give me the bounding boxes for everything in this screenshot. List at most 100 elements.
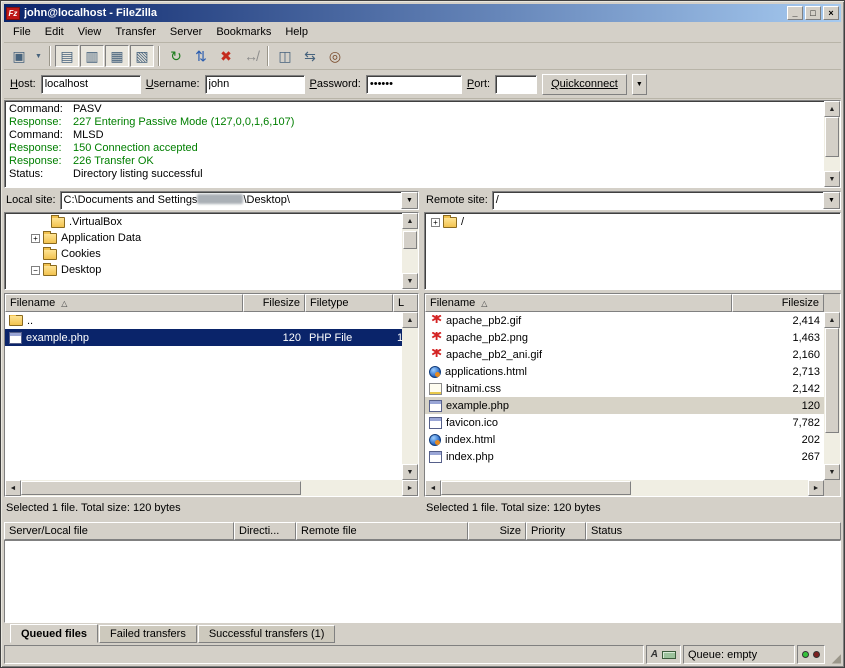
file-row[interactable]: apache_pb2_ani.gif2,160 <box>425 346 824 363</box>
combo-dropdown-button[interactable]: ▼ <box>401 192 418 209</box>
directory-comparison-button[interactable]: ◫ <box>273 45 297 67</box>
menu-help[interactable]: Help <box>278 24 315 40</box>
file-row[interactable]: index.php267 <box>425 448 824 465</box>
local-list-hscrollbar[interactable]: ◄ ► <box>5 480 418 496</box>
local-site-combobox[interactable]: C:\Documents and Settings\Desktop\ ▼ <box>60 191 419 210</box>
menu-transfer[interactable]: Transfer <box>108 24 163 40</box>
refresh-button[interactable]: ↻ <box>164 45 188 67</box>
queue-column-priority[interactable]: Priority <box>526 522 586 540</box>
tree-item[interactable]: +/ <box>427 214 838 230</box>
menu-bookmarks[interactable]: Bookmarks <box>209 24 278 40</box>
scroll-left-icon[interactable]: ◄ <box>425 480 441 496</box>
scrollbar-thumb[interactable] <box>825 328 839 433</box>
quickconnect-dropdown-button[interactable]: ▼ <box>632 74 647 95</box>
local-tree-scrollbar[interactable]: ▲ ▼ <box>402 213 418 289</box>
log-line: Response:226 Transfer OK <box>9 155 820 168</box>
local-column-header-filename[interactable]: Filename△ <box>5 294 243 312</box>
menu-edit[interactable]: Edit <box>38 24 71 40</box>
process-queue-button[interactable]: ⇅ <box>189 45 213 67</box>
tree-expander-icon[interactable]: − <box>31 266 40 275</box>
scroll-left-icon[interactable]: ◄ <box>5 480 21 496</box>
cancel-button[interactable]: ✖ <box>214 45 238 67</box>
file-row[interactable]: bitnami.css2,142 <box>425 380 824 397</box>
file-row[interactable]: apache_pb2.gif2,414 <box>425 312 824 329</box>
file-row[interactable]: favicon.ico7,782 <box>425 414 824 431</box>
file-row-selected[interactable]: example.php 120 PHP File 1 <box>5 329 402 346</box>
close-button[interactable]: × <box>823 6 839 20</box>
scrollbar-thumb[interactable] <box>403 231 417 249</box>
filezilla-app-icon[interactable]: Fz <box>6 7 20 20</box>
titlebar[interactable]: Fz john@localhost - FileZilla _ □ × <box>4 4 841 22</box>
file-row[interactable]: apache_pb2.png1,463 <box>425 329 824 346</box>
tab-queued-files[interactable]: Queued files <box>10 624 98 643</box>
queue-toggle-button[interactable]: ▧ <box>130 45 154 67</box>
site-manager-button[interactable]: ▣ <box>7 45 31 67</box>
folder-icon <box>51 217 65 228</box>
tab-failed-transfers[interactable]: Failed transfers <box>99 625 197 643</box>
queue-column-server-local-file[interactable]: Server/Local file <box>4 522 234 540</box>
scroll-up-icon[interactable]: ▲ <box>402 312 418 328</box>
sync-browsing-button[interactable]: ⇆ <box>298 45 322 67</box>
queue-column-direction[interactable]: Directi... <box>234 522 296 540</box>
local-tree-toggle-button[interactable]: ▥ <box>80 45 104 67</box>
queue-column-size[interactable]: Size <box>468 522 526 540</box>
host-input[interactable] <box>41 75 141 94</box>
file-row[interactable]: applications.html2,713 <box>425 363 824 380</box>
queue-column-status[interactable]: Status <box>586 522 841 540</box>
remote-list-scrollbar[interactable]: ▲ ▼ <box>824 312 840 480</box>
minimize-button[interactable]: _ <box>787 6 803 20</box>
quickconnect-button[interactable]: Quickconnect <box>542 74 627 95</box>
scrollbar-thumb[interactable] <box>21 481 301 495</box>
scroll-down-icon[interactable]: ▼ <box>824 171 840 187</box>
port-input[interactable] <box>495 75 537 94</box>
remote-column-header-filename[interactable]: Filename△ <box>425 294 732 312</box>
remote-site-combobox[interactable]: / ▼ <box>492 191 841 210</box>
tree-item[interactable]: Cookies <box>7 246 400 262</box>
scroll-down-icon[interactable]: ▼ <box>402 273 418 289</box>
html-file-icon <box>429 366 441 378</box>
tree-item[interactable]: −Desktop <box>7 262 400 278</box>
file-row-parent-dir[interactable]: .. <box>5 312 402 329</box>
maximize-button[interactable]: □ <box>805 6 821 20</box>
tree-expander-icon[interactable]: + <box>431 218 440 227</box>
tree-expander-icon[interactable]: + <box>31 234 40 243</box>
scroll-up-icon[interactable]: ▲ <box>402 213 418 229</box>
queue-column-remote-file[interactable]: Remote file <box>296 522 468 540</box>
local-list-scrollbar[interactable]: ▲ ▼ <box>402 312 418 480</box>
menu-server[interactable]: Server <box>163 24 209 40</box>
scrollbar-thumb[interactable] <box>825 117 839 157</box>
site-manager-dropdown-button[interactable]: ▼ <box>32 45 45 67</box>
password-input[interactable] <box>366 75 462 94</box>
tab-successful-transfers[interactable]: Successful transfers (1) <box>198 625 336 643</box>
combo-dropdown-button[interactable]: ▼ <box>823 192 840 209</box>
remote-column-header-filesize[interactable]: Filesize <box>732 294 824 312</box>
scroll-up-icon[interactable]: ▲ <box>824 101 840 117</box>
disconnect-icon: ↮ <box>244 48 258 64</box>
tree-item[interactable]: +Application Data <box>7 230 400 246</box>
scroll-right-icon[interactable]: ► <box>808 480 824 496</box>
local-column-header-filetype[interactable]: Filetype <box>305 294 393 312</box>
folder-icon <box>43 249 57 260</box>
scroll-down-icon[interactable]: ▼ <box>824 464 840 480</box>
find-files-button[interactable]: ◎ <box>323 45 347 67</box>
local-column-header-lastmodified[interactable]: L <box>393 294 418 312</box>
scrollbar-thumb[interactable] <box>441 481 631 495</box>
file-row[interactable]: index.html202 <box>425 431 824 448</box>
scroll-up-icon[interactable]: ▲ <box>824 312 840 328</box>
remote-list-hscrollbar[interactable]: ◄ ► <box>425 480 824 496</box>
cancel-icon: ✖ <box>220 48 232 65</box>
scroll-right-icon[interactable]: ► <box>402 480 418 496</box>
resize-grip[interactable]: ◢ <box>827 645 841 664</box>
local-column-header-filesize[interactable]: Filesize <box>243 294 305 312</box>
log-scrollbar[interactable]: ▲ ▼ <box>824 101 840 187</box>
tree-item[interactable]: .VirtualBox <box>7 214 400 230</box>
menu-file[interactable]: File <box>6 24 38 40</box>
message-log-toggle-button[interactable]: ▤ <box>55 45 79 67</box>
username-input[interactable] <box>205 75 305 94</box>
file-row-selected[interactable]: example.php120 <box>425 397 824 414</box>
remote-tree-toggle-button[interactable]: ▦ <box>105 45 129 67</box>
disconnect-button[interactable]: ↮ <box>239 45 263 67</box>
menu-view[interactable]: View <box>71 24 109 40</box>
scroll-down-icon[interactable]: ▼ <box>402 464 418 480</box>
queue-body[interactable] <box>4 540 841 623</box>
